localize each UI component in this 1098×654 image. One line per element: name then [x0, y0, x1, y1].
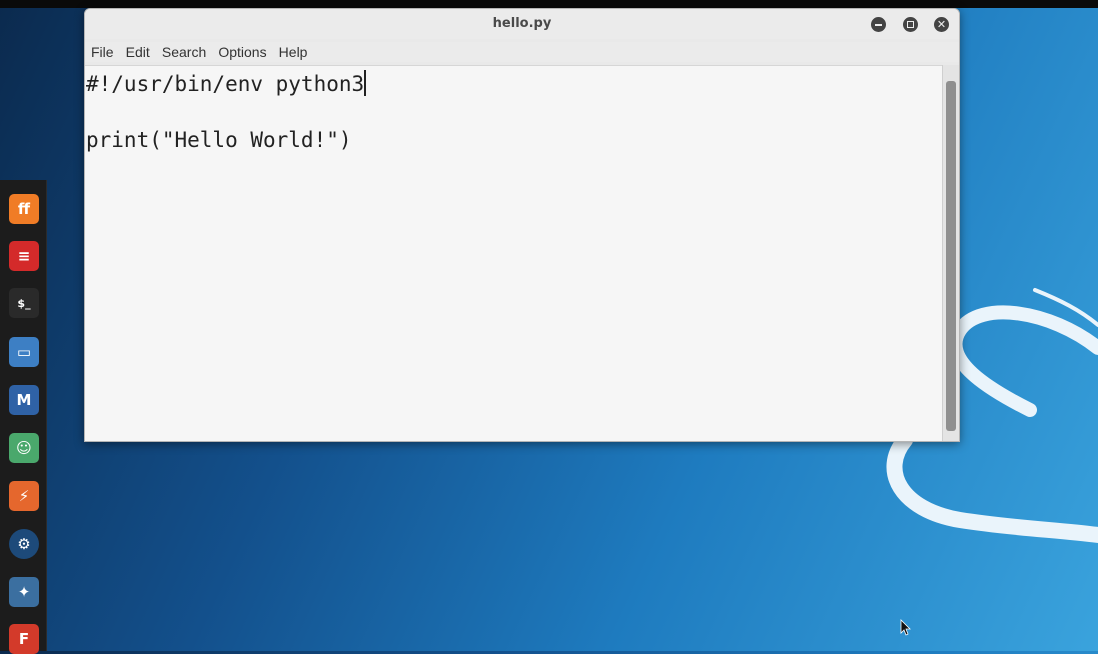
firefox-icon[interactable]: ff [9, 194, 39, 224]
menu-search[interactable]: Search [161, 42, 207, 62]
menu-file[interactable]: File [90, 42, 115, 62]
top-panel [0, 0, 1098, 8]
terminal-icon[interactable]: $_ [9, 288, 39, 318]
menu-edit[interactable]: Edit [125, 42, 151, 62]
metasploit-icon[interactable]: M [9, 385, 39, 415]
minimize-icon [875, 23, 882, 26]
window-title: hello.py [492, 16, 552, 31]
scrollbar-thumb[interactable] [946, 81, 956, 431]
menu-options[interactable]: Options [217, 42, 267, 62]
burpsuite-icon[interactable]: ⚡ [9, 481, 39, 511]
vertical-scrollbar[interactable] [942, 65, 959, 441]
text-editor-window: hello.py ✕ File Edit Search Options Help… [84, 8, 960, 442]
code-line-3: print("Hello World!") [86, 128, 352, 152]
code-line-1: #!/usr/bin/env python3 [86, 70, 367, 96]
close-button[interactable]: ✕ [934, 17, 949, 32]
maximize-button[interactable] [903, 17, 918, 32]
title-bar[interactable]: hello.py ✕ [85, 9, 959, 39]
minimize-button[interactable] [871, 17, 886, 32]
beef-icon[interactable]: ✦ [9, 577, 39, 607]
app-dock: ff ≡ $_ ▭ M ☺ ⚡ ⚙ ✦ F [0, 180, 47, 654]
code-editor[interactable]: #!/usr/bin/env python3 print("Hello Worl… [85, 65, 943, 441]
maximize-icon [907, 21, 914, 28]
maltego-icon[interactable]: ⚙ [9, 529, 39, 559]
text-cursor [364, 70, 367, 96]
armitage-icon[interactable]: ☺ [9, 433, 39, 463]
code-text-1: #!/usr/bin/env python3 [86, 72, 365, 96]
faraday-icon[interactable]: F [9, 624, 39, 654]
menu-help[interactable]: Help [278, 42, 309, 62]
menu-bar: File Edit Search Options Help [85, 42, 959, 62]
files-icon[interactable]: ▭ [9, 337, 39, 367]
close-icon: ✕ [936, 18, 947, 31]
kali-tools-icon[interactable]: ≡ [9, 241, 39, 271]
mouse-cursor-icon [900, 619, 911, 636]
